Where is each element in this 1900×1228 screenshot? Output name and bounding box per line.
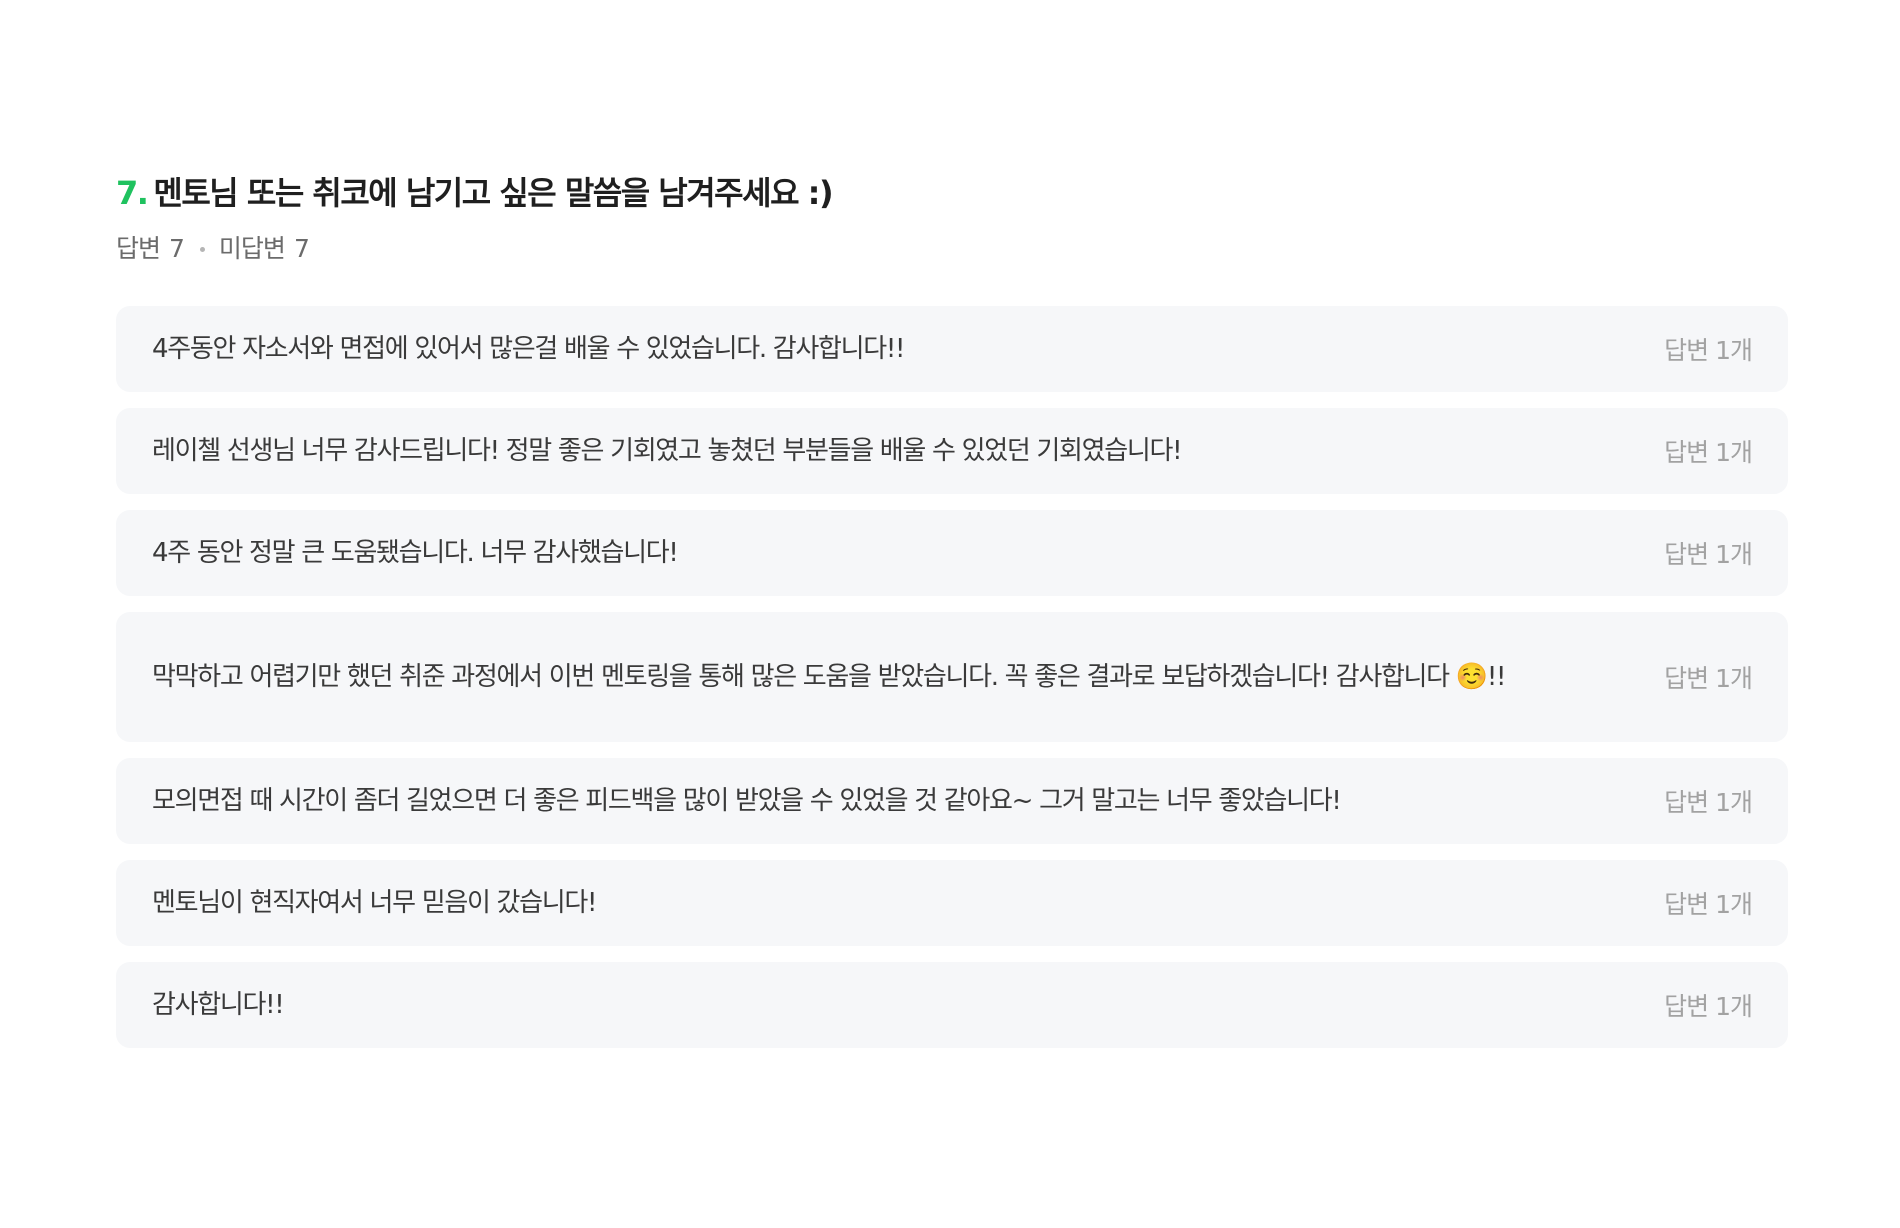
question-title: 7. 멘토님 또는 취코에 남기고 싶은 말씀을 남겨주세요 :): [116, 172, 1788, 214]
answer-item[interactable]: 4주 동안 정말 큰 도움됐습니다. 너무 감사했습니다! 답변 1개: [116, 510, 1788, 596]
survey-question-section: 7. 멘토님 또는 취코에 남기고 싶은 말씀을 남겨주세요 :) 답변 7 미답…: [116, 172, 1788, 1048]
answered-count: 7: [169, 234, 185, 263]
answer-text: 감사합니다!!: [152, 990, 285, 1020]
answer-text: 4주동안 자소서와 면접에 있어서 많은걸 배울 수 있었습니다. 감사합니다!…: [152, 334, 905, 364]
answer-count: 답변 1개: [1664, 540, 1753, 569]
answer-list: 4주동안 자소서와 면접에 있어서 많은걸 배울 수 있었습니다. 감사합니다!…: [116, 306, 1788, 1048]
answer-item[interactable]: 모의면접 때 시간이 좀더 길었으면 더 좋은 피드백을 많이 받았을 수 있었…: [116, 758, 1788, 844]
answer-count: 답변 1개: [1664, 788, 1753, 817]
answer-text: 모의면접 때 시간이 좀더 길었으면 더 좋은 피드백을 많이 받았을 수 있었…: [152, 786, 1342, 816]
answered-label: 답변: [116, 234, 161, 263]
answer-count: 답변 1개: [1664, 992, 1753, 1021]
unanswered-count: 7: [293, 234, 310, 263]
answer-item[interactable]: 레이첼 선생님 너무 감사드립니다! 정말 좋은 기회였고 놓쳤던 부분들을 배…: [116, 408, 1788, 494]
answer-text: 멘토님이 현직자여서 너무 믿음이 갔습니다!: [152, 888, 597, 918]
question-text: 멘토님 또는 취코에 남기고 싶은 말씀을 남겨주세요 :): [153, 174, 833, 212]
answer-item[interactable]: 4주동안 자소서와 면접에 있어서 많은걸 배울 수 있었습니다. 감사합니다!…: [116, 306, 1788, 392]
answer-text: 4주 동안 정말 큰 도움됐습니다. 너무 감사했습니다!: [152, 538, 679, 568]
answer-count: 답변 1개: [1664, 890, 1753, 919]
answer-count: 답변 1개: [1664, 438, 1753, 467]
response-stats: 답변 7 미답변 7: [116, 232, 1788, 266]
question-number: 7.: [116, 174, 149, 212]
answer-item[interactable]: 멘토님이 현직자여서 너무 믿음이 갔습니다! 답변 1개: [116, 860, 1788, 946]
unanswered-label: 미답변: [218, 234, 286, 263]
answer-item[interactable]: 막막하고 어렵기만 했던 취준 과정에서 이번 멘토링을 통해 많은 도움을 받…: [116, 612, 1788, 742]
answer-text: 막막하고 어렵기만 했던 취준 과정에서 이번 멘토링을 통해 많은 도움을 받…: [152, 662, 1506, 692]
answer-count: 답변 1개: [1664, 336, 1753, 365]
answer-text: 레이첼 선생님 너무 감사드립니다! 정말 좋은 기회였고 놓쳤던 부분들을 배…: [152, 436, 1183, 466]
separator-dot: [199, 246, 205, 252]
answer-count: 답변 1개: [1664, 664, 1753, 693]
answer-item[interactable]: 감사합니다!! 답변 1개: [116, 962, 1788, 1048]
